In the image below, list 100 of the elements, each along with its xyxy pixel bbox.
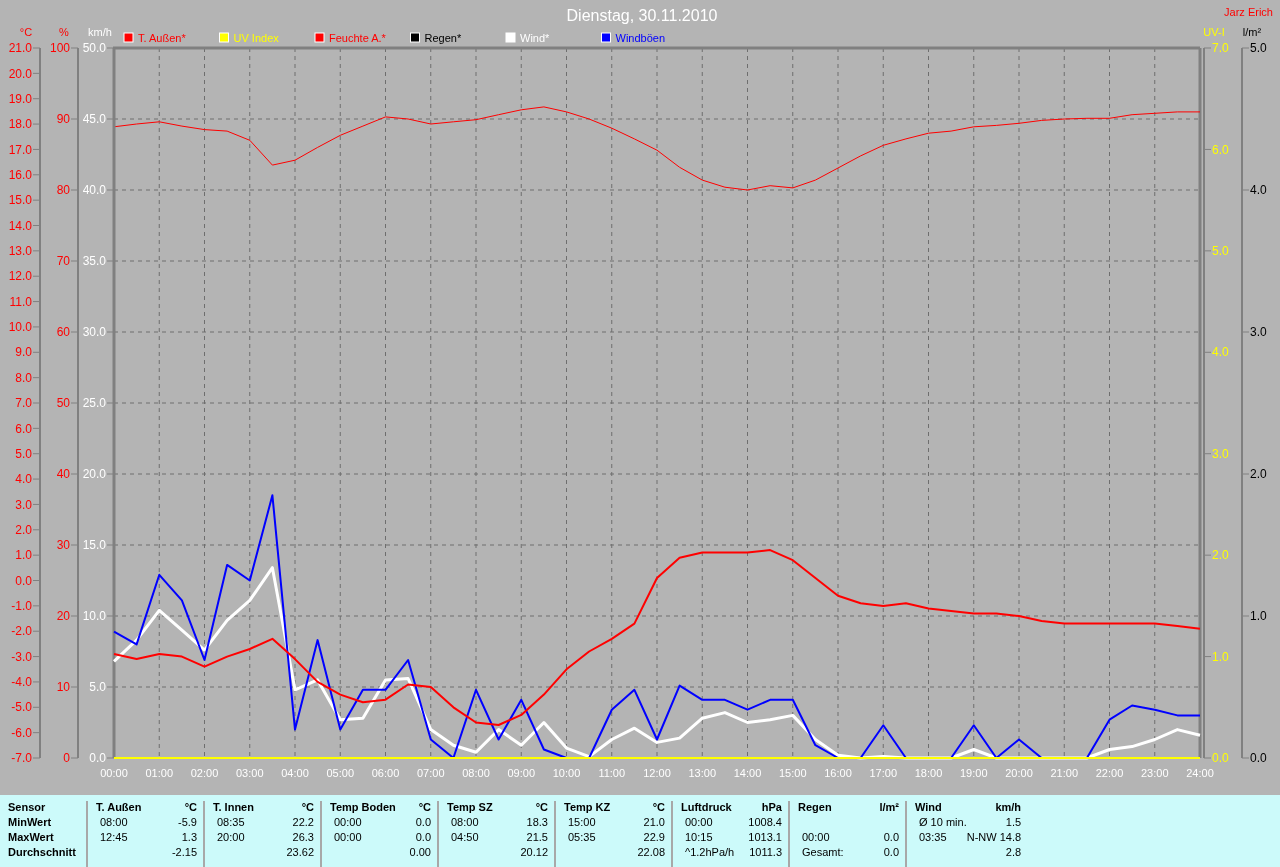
unit-label: °C: [183, 801, 197, 815]
axis-tick-label: 12:00: [643, 767, 671, 779]
axis-tick-label: 19:00: [960, 767, 988, 779]
axis-tick-label: 17:00: [869, 767, 897, 779]
axis-tick-label: 10:00: [552, 767, 581, 779]
axis-tick-label: 0.0: [1250, 751, 1267, 765]
column-header: Luftdruck: [681, 801, 733, 815]
table-cell-text: 08:00: [99, 816, 129, 830]
axis-tick-label: 40: [56, 467, 70, 482]
table-cell-text: 1.5: [1004, 816, 1022, 830]
axis-tick-label: 80: [56, 183, 70, 198]
axis-tick-label: -5.0: [11, 700, 32, 715]
axis-tick-label: 02:00: [190, 767, 219, 779]
axis-tick-label: 18.0: [8, 117, 32, 132]
unit-label: °C: [651, 801, 665, 815]
column-header: Temp SZ: [447, 801, 493, 815]
axis-tick-label: -1.0: [11, 599, 32, 614]
legend-label: Windböen: [615, 32, 666, 44]
axis-tick-label: 04:00: [281, 767, 309, 779]
unit-label: °C: [534, 801, 548, 815]
axis-tick-label: -2.0: [11, 624, 32, 639]
row-label: MaxWert: [8, 831, 55, 845]
axis-unit-label: l/m²: [1242, 26, 1262, 38]
table-cell-text: -2.15: [170, 846, 197, 860]
table-cell-text: 04:50: [450, 831, 480, 845]
table-cell-text: 00:00: [333, 816, 363, 830]
axis-tick-label: 03:00: [236, 767, 264, 779]
unit-label: hPa: [760, 801, 782, 815]
axis-tick-label: 3.0: [15, 497, 32, 512]
column-header: Wind: [915, 801, 943, 815]
axis-tick-label: 20.0: [82, 467, 106, 482]
axis-tick-label: 14:00: [733, 767, 762, 779]
axis-tick-label: 70: [56, 254, 70, 269]
axis-tick-label: 16:00: [824, 767, 852, 779]
axis-tick-label: 1.0: [1212, 649, 1229, 664]
axis-tick-label: 01:00: [145, 767, 173, 779]
axis-tick-label: 5.0: [15, 446, 32, 461]
axis-tick-label: 2.0: [15, 523, 32, 537]
axis-tick-label: 60: [56, 325, 70, 340]
table-cell-text: 22.08: [636, 846, 665, 860]
axis-tick-label: 40.0: [82, 183, 106, 198]
axis-tick-label: 10: [56, 680, 70, 695]
axis-tick-label: 08:00: [462, 767, 490, 779]
table-cell-text: 22.9: [642, 831, 665, 845]
axis-tick-label: 50: [56, 396, 70, 411]
axis-tick-label: 07:00: [417, 767, 445, 779]
table-cell-text: Gesamt:: [801, 846, 844, 860]
axis-tick-label: 90: [56, 112, 70, 127]
axis-tick-label: 21.0: [8, 41, 32, 56]
table-cell-text: 2.8: [1004, 846, 1022, 860]
axis-tick-label: 10.0: [82, 609, 106, 624]
unit-label: l/m²: [878, 801, 899, 815]
axis-tick-label: 30: [56, 538, 70, 553]
column-header: Sensor: [8, 801, 47, 815]
table-cell-text: 18.3: [525, 816, 548, 830]
axis-tick-label: 20.0: [8, 66, 32, 81]
axis-tick-label: 15.0: [8, 193, 32, 208]
table-cell-text: 0.0: [414, 816, 431, 830]
legend-label: Feuchte A.*: [329, 32, 386, 44]
legend-label: UV Index: [233, 32, 279, 44]
axis-tick-label: 2.0: [1250, 467, 1267, 481]
table-cell-text: 05:35: [567, 831, 597, 845]
column-header: T. Innen: [213, 801, 254, 815]
axis-tick-label: 50.0: [82, 41, 106, 56]
axis-tick-label: 20: [56, 609, 70, 624]
axis-tick-label: 23:00: [1141, 767, 1169, 779]
axis-unit-label: km/h: [88, 26, 112, 38]
axis-tick-label: -3.0: [11, 649, 32, 664]
table-cell-text: 1008.4: [747, 816, 782, 830]
axis-unit-label: UV-I: [1203, 26, 1225, 38]
axis-tick-label: 100: [49, 41, 70, 56]
axis-tick-label: 15:00: [779, 767, 807, 779]
axis-tick-label: 4.0: [1250, 183, 1267, 197]
unit-label: °C: [417, 801, 431, 815]
table-cell-text: ^1.2hPa/h: [684, 846, 735, 860]
table-cell-text: 10:15: [684, 831, 714, 845]
axis-tick-label: 21:00: [1050, 767, 1078, 779]
axis-tick-label: 1.0: [1250, 609, 1267, 623]
axis-tick-label: 13.0: [8, 244, 32, 259]
table-cell-text: Ø 10 min.: [918, 816, 967, 830]
axis-tick-label: 3.0: [1250, 325, 1267, 339]
column-header: T. Außen: [96, 801, 142, 815]
table-cell-text: 1.3: [180, 831, 197, 845]
table-cell-text: 21.5: [525, 831, 548, 845]
axis-tick-label: -7.0: [11, 751, 32, 766]
table-cell-text: 20.12: [519, 846, 548, 860]
axis-tick-label: 18:00: [914, 767, 943, 779]
row-label: Durchschnitt: [8, 846, 77, 860]
chart-title: Dienstag, 30.11.2010: [566, 7, 718, 24]
axis-tick-label: 0: [63, 751, 70, 766]
axis-tick-label: 15.0: [82, 538, 106, 553]
table-cell-text: 23.62: [285, 846, 314, 860]
axis-tick-label: 11:00: [598, 767, 626, 779]
axis-tick-label: 25.0: [82, 396, 106, 411]
table-cell-text: 12:45: [99, 831, 129, 845]
axis-tick-label: 7.0: [1212, 41, 1229, 56]
table-cell-text: 1013.1: [747, 831, 782, 845]
legend-label: T. Außen*: [138, 32, 186, 44]
axis-tick-label: 00:00: [100, 767, 128, 779]
unit-label: km/h: [994, 801, 1022, 815]
